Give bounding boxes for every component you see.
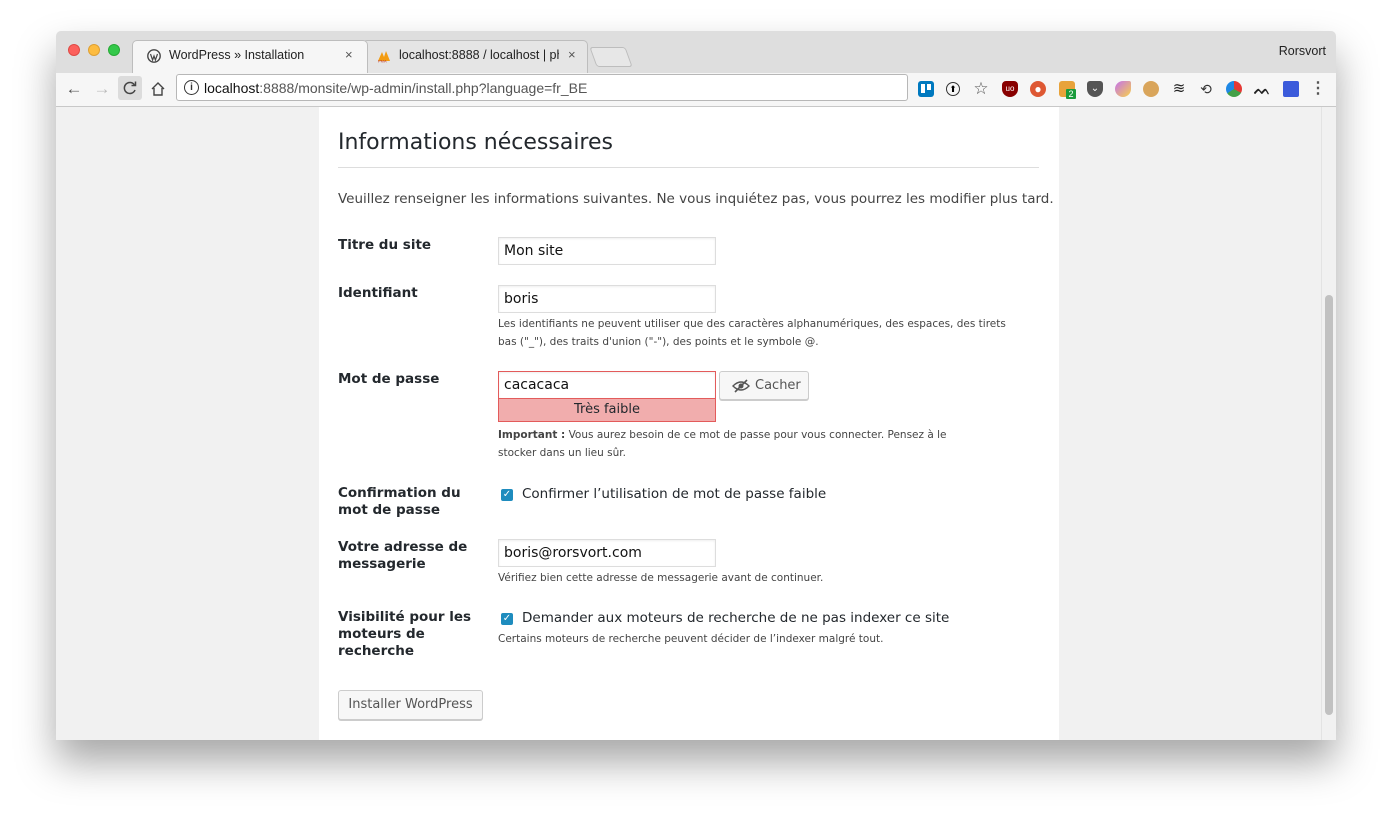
close-window-button[interactable] <box>68 44 80 56</box>
buffer-icon[interactable]: ≋ <box>1171 81 1187 97</box>
blue-extension-icon[interactable] <box>1283 81 1299 97</box>
tab-close-icon[interactable]: × <box>568 47 576 62</box>
maximize-window-button[interactable] <box>108 44 120 56</box>
gradient-icon[interactable] <box>1115 81 1131 97</box>
phpmyadmin-icon: PMA <box>378 51 390 64</box>
search-visibility-checkbox[interactable]: ✓ <box>501 613 513 625</box>
site-title-label: Titre du site <box>338 237 432 253</box>
label-line: recherche <box>338 643 415 659</box>
label-line: moteurs de <box>338 626 425 642</box>
label-line: messagerie <box>338 556 426 572</box>
page-scrollbar[interactable] <box>1321 107 1336 740</box>
menu-icon[interactable]: ⋮ <box>1310 81 1326 97</box>
label-line: Confirmation du <box>338 485 461 501</box>
browser-toolbar: ← → i localhost:8888/monsite/wp-admin/in… <box>56 73 1336 107</box>
star-icon[interactable]: ☆ <box>973 80 989 97</box>
reload-button[interactable] <box>118 76 142 100</box>
eye-slash-icon <box>732 379 750 393</box>
search-visibility-hint: Certains moteurs de recherche peuvent dé… <box>498 633 884 645</box>
important-text: stocker dans un lieu sûr. <box>498 446 626 459</box>
username-hint-line: bas ("_"), des traits d'union ("-"), des… <box>498 335 819 348</box>
new-tab-button[interactable] <box>589 47 633 67</box>
password-input[interactable]: cacacaca <box>498 371 716 399</box>
install-wordpress-button[interactable]: Installer WordPress <box>338 690 483 720</box>
weak-password-checkbox-label[interactable]: Confirmer l’utilisation de mot de passe … <box>522 486 826 502</box>
password-important-note: Important : Vous aurez besoin de ce mot … <box>498 427 1008 462</box>
address-host: localhost <box>204 80 260 96</box>
username-hint-line: Les identifiants ne peuvent utiliser que… <box>498 318 1006 330</box>
install-panel: Informations nécessaires Veuillez rensei… <box>319 107 1059 740</box>
important-text: Vous aurez besoin de ce mot de passe pou… <box>568 429 947 441</box>
email-label: Votre adresse de messagerie <box>338 539 473 573</box>
label-line: Votre adresse de <box>338 539 468 555</box>
label-line: mot de passe <box>338 502 441 518</box>
weak-password-checkbox[interactable]: ✓ <box>501 489 513 501</box>
label-line: Visibilité pour les <box>338 609 472 625</box>
cookie-icon[interactable] <box>1143 81 1159 97</box>
forward-arrow-icon[interactable]: → <box>92 79 112 99</box>
email-hint: Vérifiez bien cette adresse de messageri… <box>498 572 824 584</box>
tab-wordpress-installation[interactable]: WordPress » Installation × <box>132 40 368 73</box>
important-label: Important : <box>498 429 566 441</box>
hide-password-button[interactable]: Cacher <box>719 371 809 400</box>
password-label: Mot de passe <box>338 371 440 387</box>
back-arrow-icon[interactable]: ← <box>64 79 84 99</box>
hide-password-label: Cacher <box>755 378 801 393</box>
extension-badge-count: 2 <box>1066 89 1076 99</box>
info-icon[interactable]: i <box>184 80 199 95</box>
browser-window: WordPress » Installation × PMA localhost… <box>56 31 1336 740</box>
ublock-icon[interactable]: uo <box>1002 81 1018 97</box>
extension-badge-icon[interactable]: 2 <box>1059 81 1076 99</box>
scrollbar-thumb[interactable] <box>1325 295 1333 715</box>
address-path: :8888/monsite/wp-admin/install.php?langu… <box>259 80 588 96</box>
profile-name[interactable]: Rorsvort <box>1279 44 1326 58</box>
address-url: localhost:8888/monsite/wp-admin/install.… <box>204 80 587 96</box>
reload-icon <box>123 81 137 95</box>
tab-title: WordPress » Installation <box>169 48 305 62</box>
svg-text:PMA: PMA <box>378 59 387 64</box>
intro-text: Veuillez renseigner les informations sui… <box>338 191 1054 207</box>
sync-icon[interactable]: ⟲ <box>1198 81 1214 97</box>
search-visibility-label: Visibilité pour les moteurs de recherche <box>338 609 473 660</box>
page-title: Informations nécessaires <box>338 130 613 155</box>
search-visibility-checkbox-label[interactable]: Demander aux moteurs de recherche de ne … <box>522 610 949 626</box>
page-viewport: Informations nécessaires Veuillez rensei… <box>56 107 1336 740</box>
trello-icon[interactable] <box>918 81 934 97</box>
tab-close-icon[interactable]: × <box>345 47 353 62</box>
weak-password-label: Confirmation du mot de passe <box>338 485 473 519</box>
heading-divider <box>338 167 1039 168</box>
wordpress-icon <box>147 49 161 63</box>
pocket-icon[interactable]: ⌄ <box>1087 81 1103 97</box>
site-title-input[interactable]: Mon site <box>498 237 716 265</box>
color-wheel-icon[interactable] <box>1226 81 1242 97</box>
mountain-icon[interactable]: ᨓ <box>1254 81 1271 97</box>
tab-strip: WordPress » Installation × PMA localhost… <box>56 31 1336 73</box>
address-bar[interactable]: i localhost:8888/monsite/wp-admin/instal… <box>176 74 908 101</box>
email-input[interactable]: boris@rorsvort.com <box>498 539 716 567</box>
home-icon[interactable] <box>150 81 166 97</box>
duckduckgo-icon[interactable]: ● <box>1030 81 1046 97</box>
username-label: Identifiant <box>338 285 418 301</box>
minimize-window-button[interactable] <box>88 44 100 56</box>
username-input[interactable]: boris <box>498 285 716 313</box>
username-hint: Les identifiants ne peuvent utiliser que… <box>498 316 1008 351</box>
tab-phpmyadmin[interactable]: PMA localhost:8888 / localhost | ph × <box>362 40 588 73</box>
one-password-icon[interactable]: ⬆ <box>946 82 960 96</box>
password-strength-indicator: Très faible <box>498 398 716 422</box>
tab-title: localhost:8888 / localhost | ph <box>399 48 559 62</box>
